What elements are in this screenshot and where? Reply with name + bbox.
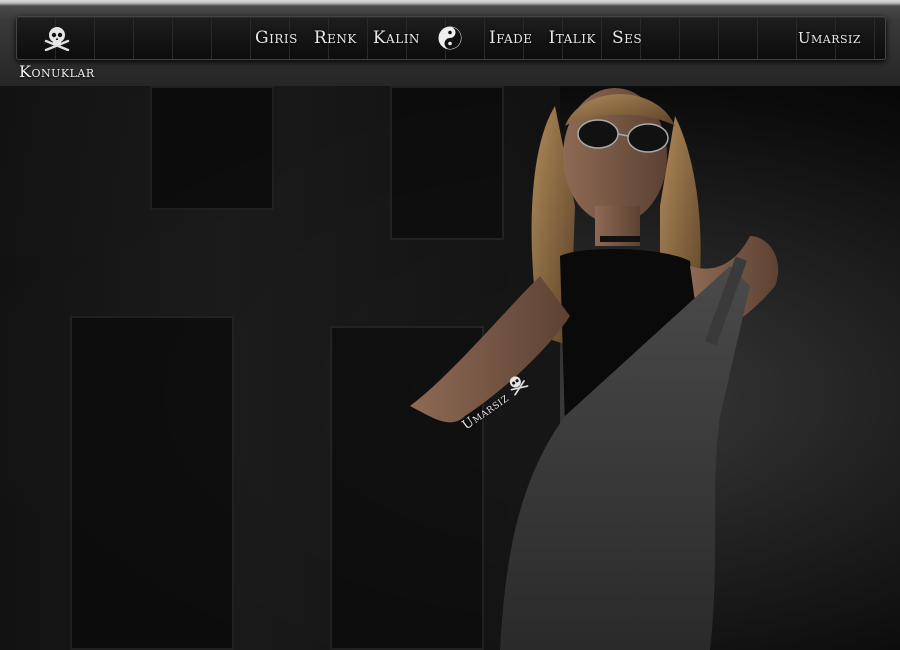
yin-yang-icon[interactable]: [438, 26, 462, 50]
building-window: [70, 316, 234, 650]
menu-item-italik[interactable]: Italik: [549, 28, 596, 48]
menu-item-ses[interactable]: Ses: [612, 28, 642, 48]
building-window: [150, 86, 274, 210]
menu-right: Ifade Italik Ses: [481, 17, 650, 59]
user-link[interactable]: Umarsiz: [798, 29, 861, 47]
menu-item-giris[interactable]: Giris: [255, 28, 298, 48]
menu-item-ifade[interactable]: Ifade: [489, 28, 533, 48]
hero-image: Umarsiz: [0, 86, 900, 650]
skull-crossbones-icon[interactable]: [43, 25, 71, 51]
woman-figure: [410, 88, 779, 650]
guests-link[interactable]: Konuklar: [19, 62, 95, 81]
menu-item-renk[interactable]: Renk: [314, 28, 357, 48]
navbar: Giris Renk Kalin Ifade Italik Ses Umarsi…: [16, 16, 886, 60]
menu-left: Giris Renk Kalin: [247, 17, 428, 59]
menu-item-kalin[interactable]: Kalin: [373, 28, 420, 48]
